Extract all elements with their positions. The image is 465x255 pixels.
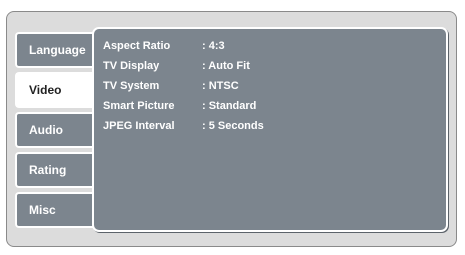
tab-audio-label: Audio [29, 123, 63, 137]
setting-smart-picture[interactable]: Smart Picture : Standard [103, 99, 433, 119]
setting-tv-display[interactable]: TV Display : Auto Fit [103, 59, 433, 79]
setting-label: TV Display [103, 60, 160, 72]
tab-video-label: Video [29, 83, 62, 97]
setting-value: : Auto Fit [202, 60, 250, 72]
setting-value: : NTSC [202, 80, 239, 92]
tab-rating[interactable]: Rating [15, 152, 93, 188]
tab-misc[interactable]: Misc [15, 192, 93, 228]
setting-value: : 4:3 [202, 40, 225, 52]
video-settings-list: Aspect Ratio : 4:3 TV Display : Auto Fit… [103, 39, 433, 139]
setting-value: : 5 Seconds [202, 120, 264, 132]
setting-label: TV System [103, 80, 160, 92]
tab-rating-label: Rating [29, 163, 67, 177]
tab-audio[interactable]: Audio [15, 112, 93, 148]
tab-misc-label: Misc [29, 203, 56, 217]
tab-language-label: Language [29, 43, 86, 57]
setting-aspect-ratio[interactable]: Aspect Ratio : 4:3 [103, 39, 433, 59]
setting-label: JPEG Interval [103, 120, 175, 132]
setting-label: Smart Picture [103, 100, 175, 112]
tab-video[interactable]: Video [15, 72, 95, 108]
setting-label: Aspect Ratio [103, 40, 171, 52]
setting-value: : Standard [202, 100, 257, 112]
tab-language[interactable]: Language [15, 32, 93, 68]
setting-jpeg-interval[interactable]: JPEG Interval : 5 Seconds [103, 119, 433, 139]
setting-tv-system[interactable]: TV System : NTSC [103, 79, 433, 99]
setup-menu-screen: Language Video Audio Rating Misc Aspect … [0, 0, 465, 255]
